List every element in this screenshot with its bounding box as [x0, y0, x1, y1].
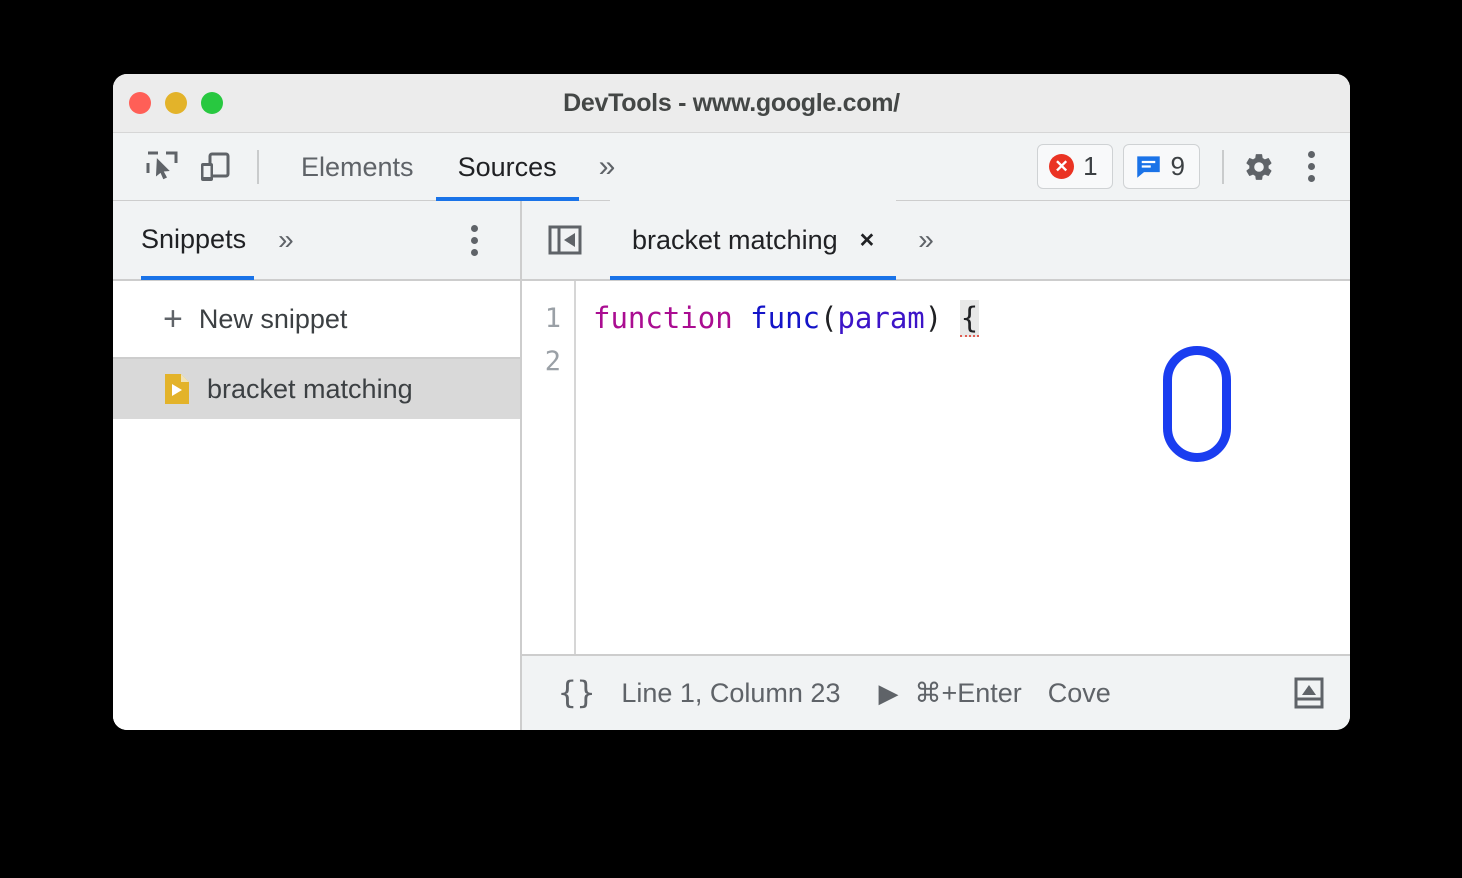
inspect-element-icon[interactable] — [141, 146, 183, 188]
navigator-more-chevron-icon[interactable]: » — [278, 226, 294, 254]
token-function-name: func — [750, 301, 820, 335]
new-snippet-button[interactable]: + New snippet — [113, 281, 520, 359]
token-open-brace: { — [959, 300, 980, 337]
snippet-item-label: bracket matching — [207, 373, 413, 404]
toolbar-divider — [257, 149, 259, 184]
snippet-item-bracket-matching[interactable]: bracket matching — [113, 359, 520, 419]
plus-icon: + — [163, 300, 183, 338]
window-title: DevTools - www.google.com/ — [563, 88, 900, 117]
show-drawer-icon[interactable] — [1286, 670, 1332, 716]
message-icon — [1136, 156, 1160, 178]
editor-tab-label: bracket matching — [632, 224, 838, 255]
cursor-position-label[interactable]: Line 1, Column 23 — [621, 678, 840, 709]
code-content[interactable]: function func(param) { — [576, 281, 1350, 654]
gear-icon[interactable] — [1238, 146, 1280, 188]
line-number-gutter: 1 2 — [522, 281, 576, 654]
message-count: 9 — [1170, 151, 1185, 181]
error-count: 1 — [1083, 151, 1098, 181]
close-icon[interactable]: × — [860, 227, 875, 253]
token-close-paren: ) — [924, 301, 943, 335]
token-gap — [942, 301, 959, 335]
editor-tab-bracket-matching[interactable]: bracket matching × — [610, 200, 897, 280]
traffic-light-group — [129, 92, 223, 114]
editor-tabbar: bracket matching × » — [522, 200, 1350, 281]
tab-elements[interactable]: Elements — [279, 133, 436, 201]
run-shortcut-label[interactable]: ⌘+Enter — [914, 678, 1021, 709]
devtools-main-toolbar: Elements Sources » ✕ 1 9 — [113, 133, 1350, 201]
token-open-paren: ( — [820, 301, 838, 335]
window-titlebar: DevTools - www.google.com/ — [113, 74, 1350, 133]
navigator-header: Snippets » — [113, 201, 520, 281]
new-snippet-label: New snippet — [198, 303, 348, 334]
navigator-empty-area — [113, 419, 520, 730]
devtools-body: Snippets » + New snippet bracket matchin… — [113, 200, 1350, 730]
token-keyword: function — [593, 301, 733, 335]
show-navigator-icon[interactable] — [544, 219, 586, 261]
minimize-window-button[interactable] — [165, 92, 187, 114]
error-icon: ✕ — [1049, 154, 1075, 179]
snippets-navigator-panel: Snippets » + New snippet bracket matchin… — [113, 201, 522, 730]
run-snippet-play-icon[interactable]: ▶ — [878, 680, 898, 706]
coverage-label[interactable]: Cove — [1048, 678, 1111, 709]
tab-sources[interactable]: Sources — [436, 133, 579, 201]
code-editor[interactable]: 1 2 function func(param) { — [522, 281, 1350, 654]
screenshot-root: DevTools - www.google.com/ Elements Sour… — [0, 0, 1462, 878]
token-param: param — [837, 301, 925, 335]
editor-pane: bracket matching × » 1 2 function func(p… — [522, 200, 1350, 730]
kebab-menu-icon[interactable] — [1290, 146, 1332, 188]
line-number: 1 — [544, 303, 561, 334]
message-counter-button[interactable]: 9 — [1122, 144, 1200, 189]
editor-more-tabs-chevron-icon[interactable]: » — [918, 226, 934, 254]
close-window-button[interactable] — [129, 92, 151, 114]
toolbar-divider-2 — [1222, 149, 1224, 184]
maximize-window-button[interactable] — [201, 92, 223, 114]
devtools-window: DevTools - www.google.com/ Elements Sour… — [113, 74, 1350, 730]
tab-snippets[interactable]: Snippets — [141, 200, 254, 280]
navigator-kebab-menu-icon[interactable] — [471, 224, 478, 256]
pretty-print-braces-icon[interactable]: {} — [558, 675, 595, 711]
editor-statusbar: {} Line 1, Column 23 ▶ ⌘+Enter Cove — [522, 654, 1350, 730]
error-counter-button[interactable]: ✕ 1 — [1037, 144, 1113, 189]
device-toolbar-icon[interactable] — [193, 146, 235, 188]
snippet-file-icon — [165, 374, 189, 404]
more-panels-chevron-icon[interactable]: » — [579, 151, 636, 182]
line-number: 2 — [544, 346, 561, 377]
